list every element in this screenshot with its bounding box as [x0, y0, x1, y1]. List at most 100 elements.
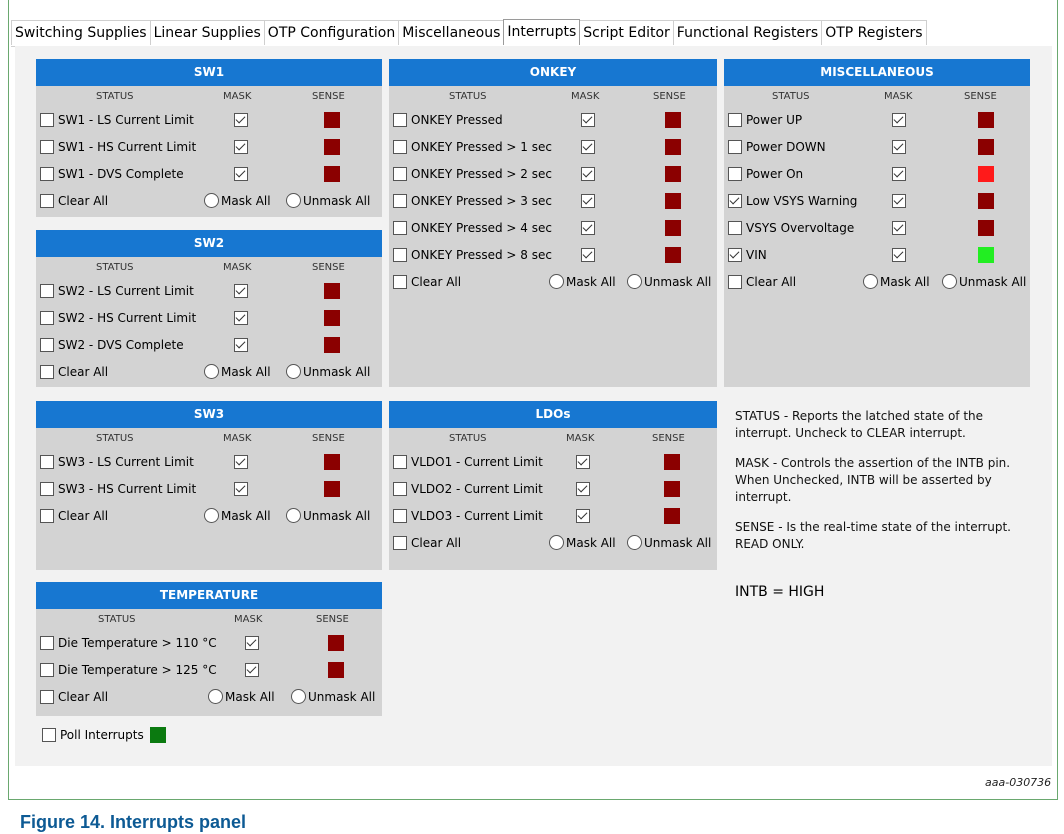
unmask-all-radio[interactable]: Unmask All	[627, 535, 711, 550]
status-checkbox[interactable]	[40, 482, 54, 496]
status-checkbox[interactable]	[40, 140, 54, 154]
unmask-all-radio[interactable]: Unmask All	[286, 508, 370, 523]
radio-circle-icon	[204, 364, 219, 379]
status-checkbox[interactable]	[40, 167, 54, 181]
status-checkbox[interactable]	[728, 221, 742, 235]
status-checkbox[interactable]	[728, 248, 742, 262]
radio-label: Unmask All	[303, 364, 371, 379]
mask-checkbox[interactable]	[581, 248, 595, 262]
status-checkbox[interactable]	[393, 221, 407, 235]
mask-checkbox[interactable]	[892, 113, 906, 127]
tab-interrupts[interactable]: Interrupts	[503, 19, 581, 45]
status-checkbox[interactable]	[40, 284, 54, 298]
mask-checkbox[interactable]	[581, 194, 595, 208]
mask-checkbox[interactable]	[581, 167, 595, 181]
tab-otp-registers[interactable]: OTP Registers	[821, 20, 927, 45]
panel-onkey: ONKEY STATUS MASK SENSE ONKEY Pressed ONKEY P…	[389, 59, 717, 387]
mask-checkbox[interactable]	[234, 167, 248, 181]
sense-indicator	[665, 247, 681, 263]
status-checkbox[interactable]	[40, 113, 54, 127]
clear-all-row: Clear All	[40, 506, 108, 526]
clear-all-checkbox[interactable]	[393, 536, 407, 550]
mask-checkbox[interactable]	[892, 194, 906, 208]
unmask-all-radio[interactable]: Unmask All	[942, 274, 1026, 289]
clear-all-checkbox[interactable]	[40, 194, 54, 208]
sense-indicator	[324, 112, 340, 128]
mask-checkbox[interactable]	[245, 663, 259, 677]
mask-checkbox[interactable]	[234, 284, 248, 298]
status-checkbox[interactable]	[393, 113, 407, 127]
radio-label: Mask All	[225, 689, 275, 704]
mask-checkbox[interactable]	[892, 140, 906, 154]
tab-miscellaneous[interactable]: Miscellaneous	[398, 20, 505, 45]
tab-switching-supplies[interactable]: Switching Supplies	[11, 20, 151, 45]
status-checkbox[interactable]	[728, 167, 742, 181]
status-checkbox[interactable]	[40, 636, 54, 650]
mask-checkbox[interactable]	[581, 221, 595, 235]
mask-checkbox[interactable]	[234, 140, 248, 154]
mask-checkbox[interactable]	[892, 248, 906, 262]
clear-all-checkbox[interactable]	[40, 365, 54, 379]
interrupt-row: ONKEY Pressed > 2 sec	[393, 164, 552, 184]
status-checkbox[interactable]	[728, 194, 742, 208]
mask-all-radio[interactable]: Mask All	[204, 364, 271, 379]
radio-label: Mask All	[221, 364, 271, 379]
mask-all-radio[interactable]: Mask All	[549, 535, 616, 550]
status-checkbox[interactable]	[40, 455, 54, 469]
mask-all-radio[interactable]: Mask All	[208, 689, 275, 704]
mask-checkbox[interactable]	[234, 338, 248, 352]
clear-all-checkbox[interactable]	[393, 275, 407, 289]
status-checkbox[interactable]	[40, 663, 54, 677]
mask-checkbox[interactable]	[234, 482, 248, 496]
mask-all-radio[interactable]: Mask All	[863, 274, 930, 289]
mask-checkbox[interactable]	[234, 311, 248, 325]
status-checkbox[interactable]	[393, 248, 407, 262]
status-checkbox[interactable]	[728, 113, 742, 127]
status-checkbox[interactable]	[40, 311, 54, 325]
radio-circle-icon	[291, 689, 306, 704]
mask-checkbox[interactable]	[234, 455, 248, 469]
interrupt-row: SW1 - LS Current Limit	[40, 110, 194, 130]
mask-all-radio[interactable]: Mask All	[204, 193, 271, 208]
unmask-all-radio[interactable]: Unmask All	[291, 689, 375, 704]
clear-all-label: Clear All	[411, 275, 462, 289]
sense-indicator	[324, 454, 340, 470]
clear-all-checkbox[interactable]	[40, 509, 54, 523]
interrupt-row: VIN	[728, 245, 767, 265]
tab-functional-registers[interactable]: Functional Registers	[672, 20, 823, 45]
status-checkbox[interactable]	[40, 338, 54, 352]
mask-checkbox[interactable]	[245, 636, 259, 650]
tab-linear-supplies[interactable]: Linear Supplies	[149, 20, 265, 45]
unmask-all-radio[interactable]: Unmask All	[286, 364, 370, 379]
mask-checkbox[interactable]	[581, 140, 595, 154]
status-checkbox[interactable]	[393, 167, 407, 181]
tab-otp-configuration[interactable]: OTP Configuration	[263, 20, 400, 45]
tab-script-editor[interactable]: Script Editor	[579, 20, 674, 45]
mask-checkbox[interactable]	[576, 509, 590, 523]
status-checkbox[interactable]	[393, 509, 407, 523]
mask-all-radio[interactable]: Mask All	[204, 508, 271, 523]
interrupt-row: SW2 - DVS Complete	[40, 335, 184, 355]
clear-all-checkbox[interactable]	[40, 690, 54, 704]
mask-checkbox[interactable]	[576, 455, 590, 469]
clear-all-checkbox[interactable]	[728, 275, 742, 289]
unmask-all-radio[interactable]: Unmask All	[286, 193, 370, 208]
mask-checkbox[interactable]	[576, 482, 590, 496]
mask-checkbox[interactable]	[234, 113, 248, 127]
unmask-all-radio[interactable]: Unmask All	[627, 274, 711, 289]
status-checkbox[interactable]	[728, 140, 742, 154]
sense-indicator	[324, 337, 340, 353]
status-checkbox[interactable]	[393, 194, 407, 208]
figure-caption: Figure 14. Interrupts panel	[20, 812, 247, 832]
poll-interrupts-checkbox[interactable]	[42, 728, 56, 742]
mask-checkbox[interactable]	[892, 167, 906, 181]
interrupt-label: Power DOWN	[746, 140, 826, 154]
clear-all-row: Clear All	[40, 362, 108, 382]
status-checkbox[interactable]	[393, 482, 407, 496]
radio-circle-icon	[286, 193, 301, 208]
mask-checkbox[interactable]	[581, 113, 595, 127]
status-checkbox[interactable]	[393, 455, 407, 469]
mask-all-radio[interactable]: Mask All	[549, 274, 616, 289]
mask-checkbox[interactable]	[892, 221, 906, 235]
status-checkbox[interactable]	[393, 140, 407, 154]
